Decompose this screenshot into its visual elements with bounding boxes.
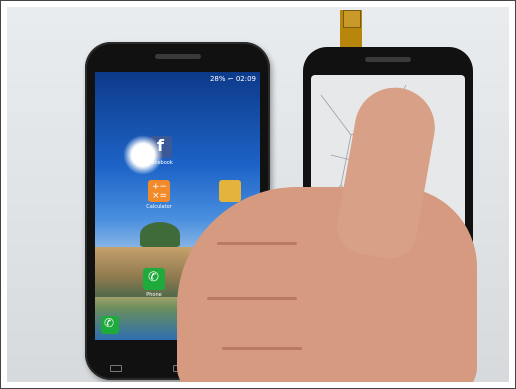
app-label-calculator: Calculator [146, 204, 172, 210]
app-label-phone: Phone [146, 292, 162, 298]
palm-trees [140, 222, 180, 247]
dock-phone-icon: ✆ [101, 316, 119, 334]
light-glare [123, 135, 163, 175]
flex-connector [343, 10, 361, 28]
hand [177, 187, 477, 382]
knuckle-crease [222, 347, 302, 350]
back-key [110, 365, 122, 372]
message-icon [219, 180, 241, 202]
earpiece-speaker [155, 54, 201, 59]
knuckle-crease [207, 297, 297, 300]
knuckle-crease [217, 242, 297, 245]
status-bar: 28% ⌐ 02:09 [209, 75, 256, 83]
phone-icon: ✆ [143, 268, 165, 290]
photo: 28% ⌐ 02:09 f Facebook +− ×= Calculator … [7, 7, 509, 382]
calculator-icon: +− ×= [148, 180, 170, 202]
earpiece-slot [365, 57, 411, 62]
